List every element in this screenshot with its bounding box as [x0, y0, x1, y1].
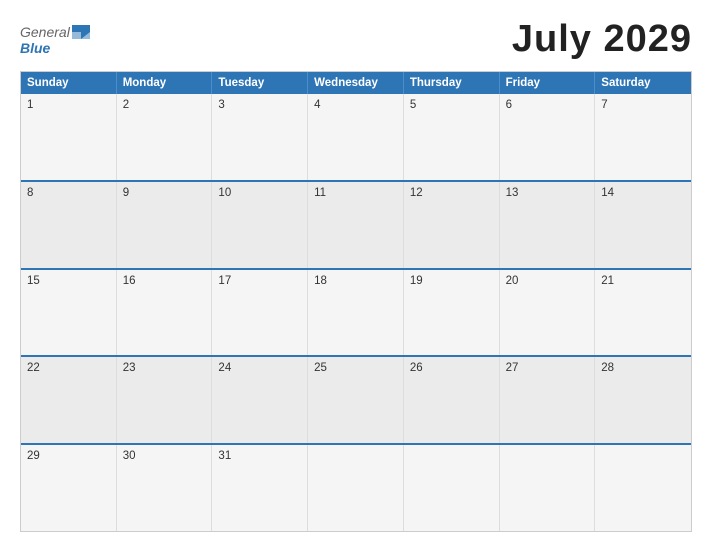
cal-cell-5-7	[595, 445, 691, 531]
day-number: 11	[314, 187, 326, 199]
header: General Blue July 2029	[20, 18, 692, 61]
cal-cell-5-4	[308, 445, 404, 531]
day-number: 2	[123, 99, 129, 111]
day-number: 22	[27, 362, 40, 374]
logo-flag-icon	[72, 25, 90, 39]
cal-cell-4-1: 22	[21, 357, 117, 443]
day-number: 18	[314, 275, 327, 287]
cal-cell-3-4: 18	[308, 270, 404, 356]
cal-cell-5-2: 30	[117, 445, 213, 531]
calendar-week-4: 22 23 24 25 26 27 28	[21, 355, 691, 443]
day-number: 24	[218, 362, 231, 374]
day-number: 21	[601, 275, 614, 287]
col-monday: Monday	[117, 72, 213, 94]
col-friday: Friday	[500, 72, 596, 94]
day-number: 10	[218, 187, 231, 199]
logo-blue-text: Blue	[20, 40, 50, 56]
cal-cell-3-7: 21	[595, 270, 691, 356]
cal-cell-3-1: 15	[21, 270, 117, 356]
cal-cell-5-1: 29	[21, 445, 117, 531]
day-number: 4	[314, 99, 320, 111]
cal-cell-4-2: 23	[117, 357, 213, 443]
calendar-week-1: 1 2 3 4 5 6 7	[21, 94, 691, 180]
cal-cell-2-6: 13	[500, 182, 596, 268]
calendar-week-3: 15 16 17 18 19 20 21	[21, 268, 691, 356]
cal-cell-1-1: 1	[21, 94, 117, 180]
calendar: Sunday Monday Tuesday Wednesday Thursday…	[20, 71, 692, 532]
day-number: 9	[123, 187, 129, 199]
day-number: 29	[27, 450, 40, 462]
day-number: 1	[27, 99, 33, 111]
cal-cell-2-7: 14	[595, 182, 691, 268]
day-number: 13	[506, 187, 519, 199]
cal-cell-3-6: 20	[500, 270, 596, 356]
day-number: 23	[123, 362, 136, 374]
calendar-body: 1234567891011121314151617181920212223242…	[21, 94, 691, 531]
cal-cell-2-1: 8	[21, 182, 117, 268]
page: General Blue July 2029 Sunday Monday Tue…	[0, 0, 712, 550]
day-number: 17	[218, 275, 231, 287]
day-number: 8	[27, 187, 33, 199]
cal-cell-1-5: 5	[404, 94, 500, 180]
day-number: 16	[123, 275, 136, 287]
logo-general-text: General	[20, 24, 70, 40]
cal-cell-4-3: 24	[212, 357, 308, 443]
col-tuesday: Tuesday	[212, 72, 308, 94]
day-number: 31	[218, 450, 231, 462]
cal-cell-1-7: 7	[595, 94, 691, 180]
day-number: 15	[27, 275, 40, 287]
day-number: 25	[314, 362, 327, 374]
day-number: 7	[601, 99, 607, 111]
cal-cell-5-5	[404, 445, 500, 531]
day-number: 20	[506, 275, 519, 287]
cal-cell-3-2: 16	[117, 270, 213, 356]
day-number: 14	[601, 187, 614, 199]
day-number: 30	[123, 450, 136, 462]
day-number: 12	[410, 187, 423, 199]
cal-cell-3-3: 17	[212, 270, 308, 356]
logo: General Blue	[20, 24, 90, 56]
cal-cell-4-7: 28	[595, 357, 691, 443]
cal-cell-1-6: 6	[500, 94, 596, 180]
col-thursday: Thursday	[404, 72, 500, 94]
day-number: 19	[410, 275, 423, 287]
col-saturday: Saturday	[595, 72, 691, 94]
cal-cell-1-2: 2	[117, 94, 213, 180]
day-number: 5	[410, 99, 416, 111]
cal-cell-2-2: 9	[117, 182, 213, 268]
calendar-week-2: 8 9 10 11 12 13 14	[21, 180, 691, 268]
day-number: 6	[506, 99, 512, 111]
day-number: 27	[506, 362, 519, 374]
cal-cell-5-3: 31	[212, 445, 308, 531]
calendar-week-5: 29 30 31	[21, 443, 691, 531]
cal-cell-4-5: 26	[404, 357, 500, 443]
month-title: July 2029	[512, 18, 692, 61]
cal-cell-2-3: 10	[212, 182, 308, 268]
col-wednesday: Wednesday	[308, 72, 404, 94]
col-sunday: Sunday	[21, 72, 117, 94]
cal-cell-2-5: 12	[404, 182, 500, 268]
cal-cell-3-5: 19	[404, 270, 500, 356]
day-number: 28	[601, 362, 614, 374]
day-number: 26	[410, 362, 423, 374]
calendar-header-row: Sunday Monday Tuesday Wednesday Thursday…	[21, 72, 691, 94]
cal-cell-5-6	[500, 445, 596, 531]
cal-cell-1-3: 3	[212, 94, 308, 180]
cal-cell-2-4: 11	[308, 182, 404, 268]
cal-cell-4-6: 27	[500, 357, 596, 443]
cal-cell-4-4: 25	[308, 357, 404, 443]
day-number: 3	[218, 99, 224, 111]
cal-cell-1-4: 4	[308, 94, 404, 180]
